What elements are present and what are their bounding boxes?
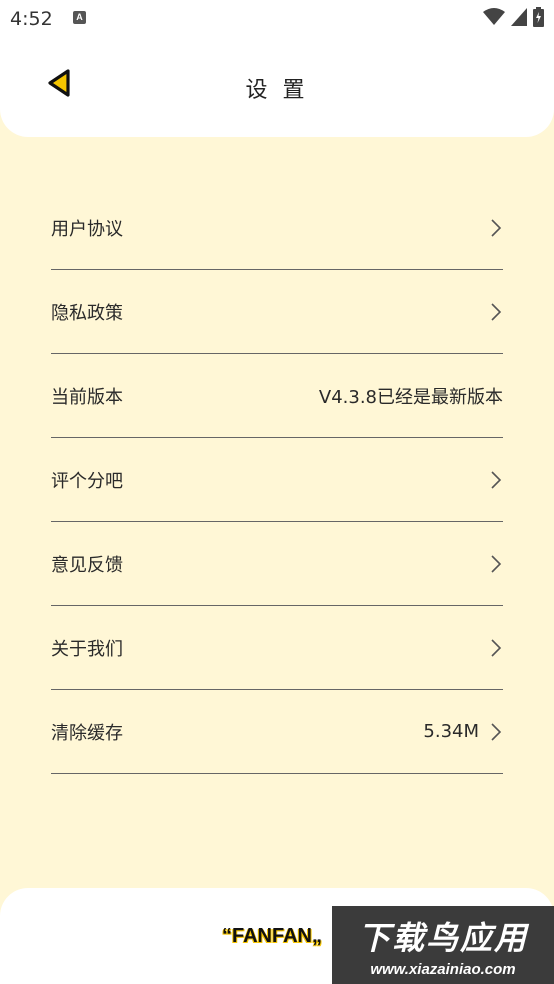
settings-item-user-agreement[interactable]: 用户协议: [51, 186, 503, 270]
settings-item-rate-us[interactable]: 评个分吧: [51, 438, 503, 522]
settings-item-label: 评个分吧: [51, 470, 123, 492]
chevron-right-icon: [489, 302, 503, 322]
status-time: 4:52: [10, 8, 53, 30]
settings-item-feedback[interactable]: 意见反馈: [51, 522, 503, 606]
settings-item-label: 隐私政策: [51, 302, 123, 324]
chevron-right-icon: [489, 554, 503, 574]
settings-item-label: 当前版本: [51, 386, 123, 408]
watermark-title: 下载鸟应用: [357, 918, 528, 957]
battery-icon: [533, 7, 544, 31]
a-notification-icon: A: [73, 11, 86, 24]
header: 设 置: [0, 38, 554, 137]
settings-item-current-version: 当前版本 V4.3.8已经是最新版本: [51, 354, 503, 438]
chevron-right-icon: [489, 722, 503, 742]
status-icons: [483, 7, 544, 31]
settings-item-label: 用户协议: [51, 218, 123, 240]
chevron-right-icon: [489, 638, 503, 658]
signal-icon: [511, 8, 527, 30]
settings-item-label: 意见反馈: [51, 554, 123, 576]
watermark-url: www.xiazainiao.com: [370, 960, 516, 978]
settings-item-about-us[interactable]: 关于我们: [51, 606, 503, 690]
settings-item-label: 清除缓存: [51, 722, 123, 744]
version-value: V4.3.8已经是最新版本: [318, 386, 503, 408]
page-title: 设 置: [245, 78, 309, 103]
wifi-icon: [483, 8, 505, 30]
settings-item-privacy-policy[interactable]: 隐私政策: [51, 270, 503, 354]
cache-size-value: 5.34M: [423, 721, 479, 742]
watermark: 下载鸟应用 www.xiazainiao.com: [332, 906, 554, 984]
settings-list: 用户协议 隐私政策 当前版本 V4.3.8已经是最新版本 评个分吧 意见反馈 关…: [51, 186, 503, 774]
chevron-right-icon: [489, 470, 503, 490]
chevron-right-icon: [489, 218, 503, 238]
settings-item-label: 关于我们: [51, 638, 123, 660]
settings-item-clear-cache[interactable]: 清除缓存 5.34M: [51, 690, 503, 774]
status-bar: 4:52 A: [0, 0, 554, 38]
brand-logo: “FANFAN„: [222, 925, 322, 947]
